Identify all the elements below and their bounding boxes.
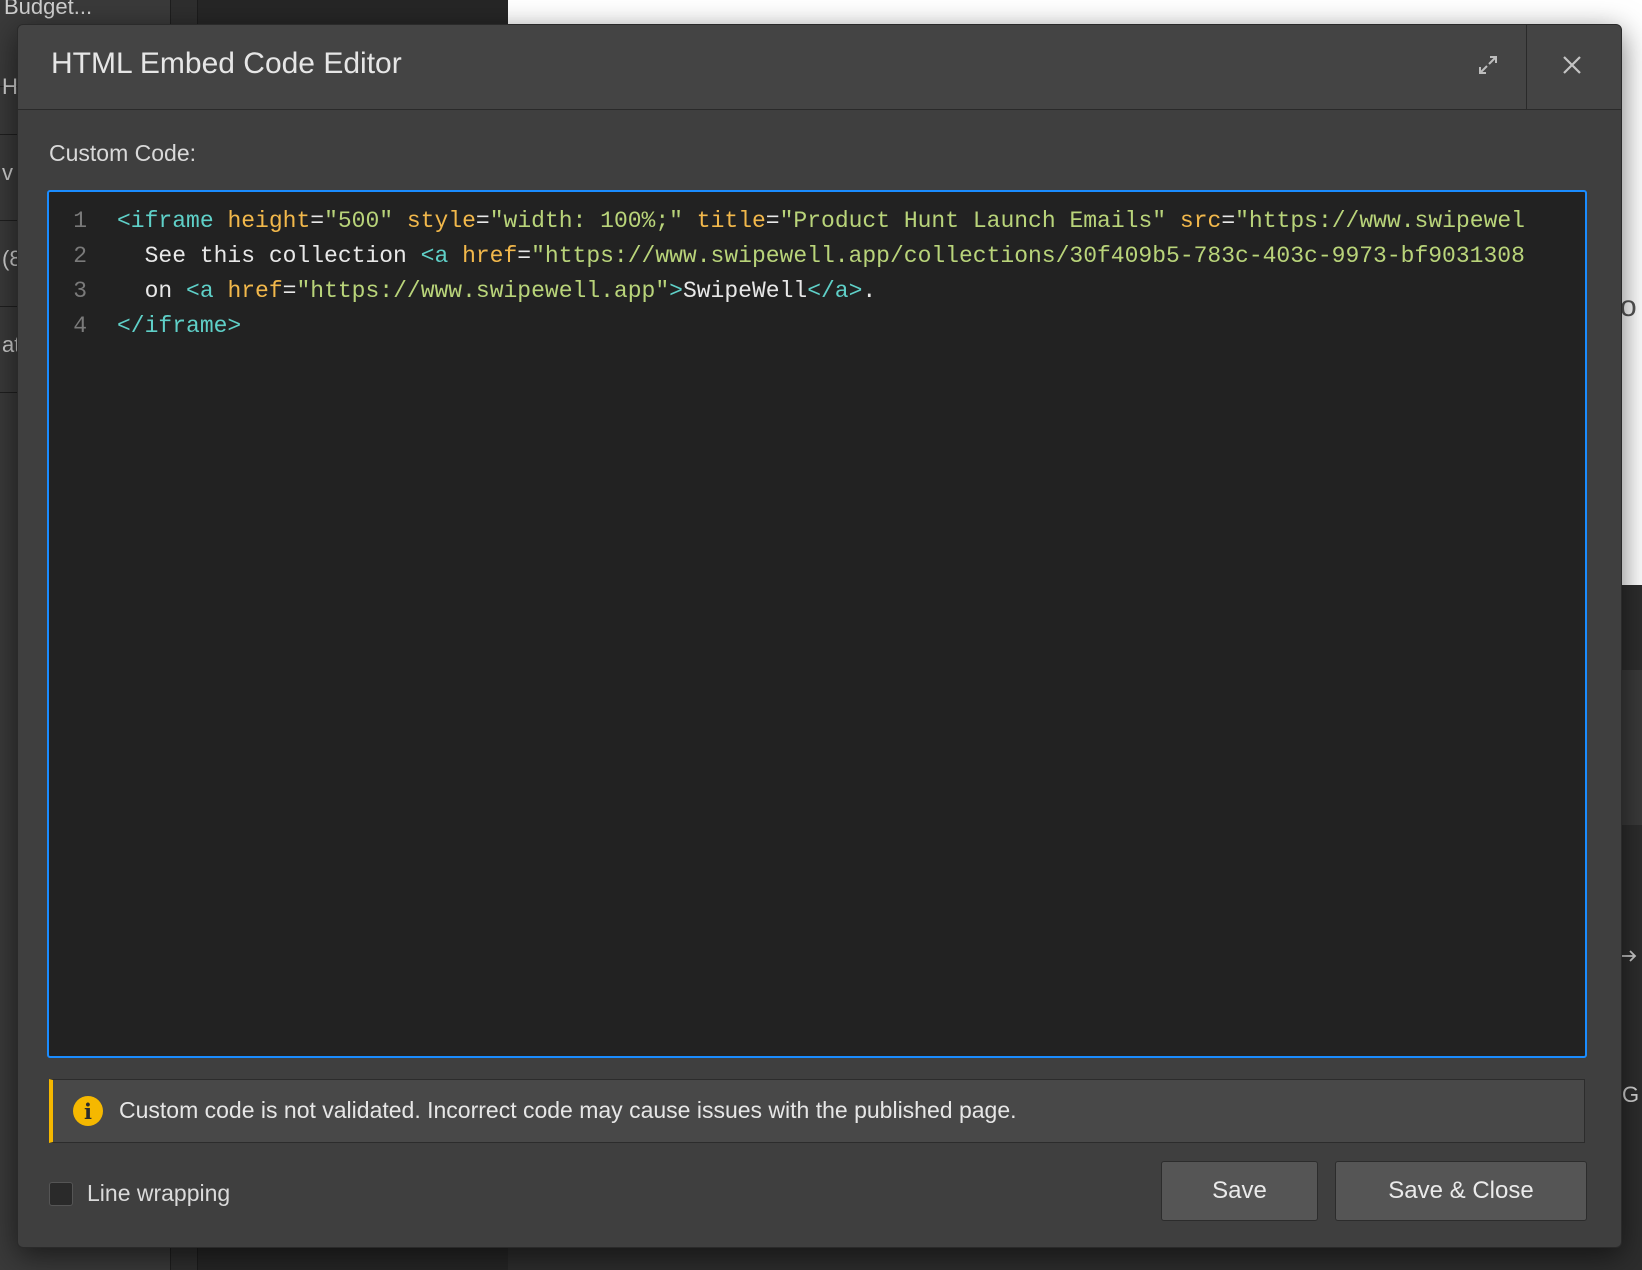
background-text: Budget... — [4, 0, 93, 19]
code-token: = — [765, 208, 780, 234]
code-token: style — [406, 208, 476, 234]
background-text: G — [1622, 1082, 1640, 1107]
code-line[interactable]: 2 See this collection <a href="https://w… — [49, 238, 1525, 274]
validation-warning: i Custom code is not validated. Incorrec… — [49, 1079, 1585, 1143]
modal-header: HTML Embed Code Editor — [18, 25, 1621, 110]
code-token: SwipeWell — [682, 278, 808, 304]
line-wrapping-checkbox[interactable] — [49, 1182, 73, 1206]
code-token: </a> — [807, 278, 863, 304]
code-token: "https://www.swipewell.app/collections/3… — [531, 243, 1525, 269]
code-token: "500" — [324, 208, 394, 234]
code-token: </iframe> — [117, 313, 242, 339]
code-token: "Product Hunt Launch Emails" — [779, 208, 1167, 234]
line-wrapping-label[interactable]: Line wrapping — [87, 1180, 230, 1207]
info-icon: i — [73, 1096, 103, 1126]
close-icon — [1560, 53, 1584, 82]
code-token: = — [282, 278, 297, 304]
save-close-button[interactable]: Save & Close — [1335, 1161, 1587, 1221]
line-number: 2 — [73, 243, 87, 269]
arrow-right-icon — [1620, 945, 1638, 971]
expand-button[interactable] — [1466, 45, 1510, 89]
line-number: 1 — [73, 208, 87, 234]
code-token: src — [1179, 208, 1222, 234]
code-token: = — [517, 243, 532, 269]
code-token: See this collection — [117, 243, 421, 269]
code-line[interactable]: 3 on <a href="https://www.swipewell.app"… — [49, 273, 876, 309]
code-token: > — [669, 278, 683, 304]
code-token: on — [117, 278, 187, 304]
code-token: href — [227, 278, 283, 304]
line-number: 3 — [73, 278, 87, 304]
header-divider — [1526, 25, 1527, 109]
code-token: <a — [420, 243, 449, 269]
custom-code-label: Custom Code: — [49, 140, 197, 166]
code-token: <a — [186, 278, 214, 304]
code-token: title — [696, 208, 766, 234]
expand-icon — [1477, 54, 1499, 81]
background-text: H — [2, 74, 18, 99]
code-token: href — [462, 243, 518, 269]
code-token: <iframe — [117, 208, 214, 234]
code-token: "https://www.swipewell.app" — [296, 278, 670, 304]
code-token: = — [1221, 208, 1236, 234]
warning-text: Custom code is not validated. Incorrect … — [119, 1097, 1017, 1123]
code-line[interactable]: 1 <iframe height="500" style="width: 100%… — [49, 203, 1525, 239]
code-line[interactable]: 4 </iframe> — [49, 308, 241, 344]
background-text: v — [2, 160, 13, 185]
code-token: = — [310, 208, 325, 234]
code-token: height — [227, 208, 311, 234]
code-token: "width: 100%;" — [489, 208, 683, 234]
save-button[interactable]: Save — [1161, 1161, 1318, 1221]
background-text: o — [1620, 290, 1637, 323]
code-token: = — [475, 208, 490, 234]
html-embed-modal: HTML Embed Code Editor Custom Code: 1 <if… — [17, 24, 1622, 1248]
modal-title: HTML Embed Code Editor — [51, 47, 402, 80]
close-button[interactable] — [1548, 45, 1596, 89]
code-token: "https://www.swipewel — [1235, 208, 1525, 234]
line-number: 4 — [73, 313, 87, 339]
code-editor[interactable]: 1 <iframe height="500" style="width: 100%… — [47, 190, 1587, 1058]
code-token: . — [862, 278, 877, 304]
